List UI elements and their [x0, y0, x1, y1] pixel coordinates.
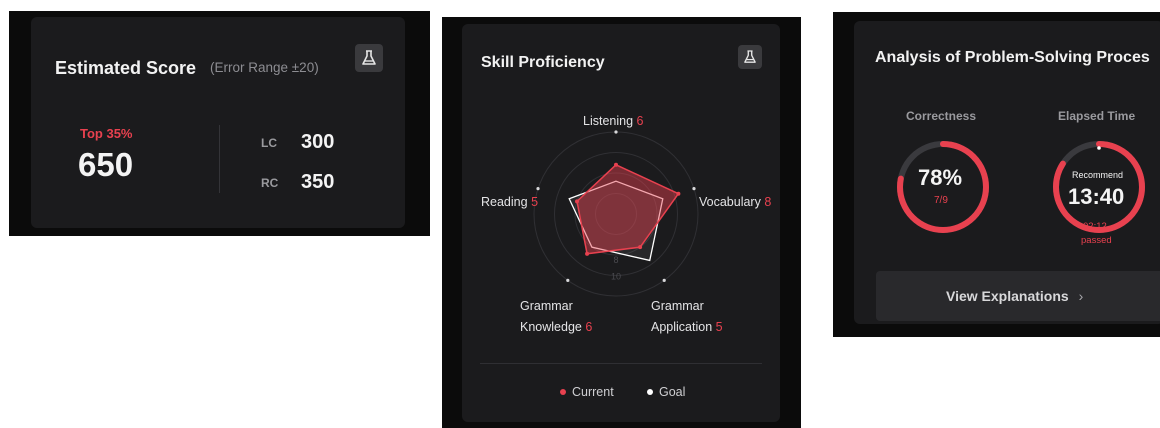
analysis-card: Analysis of Problem-Solving Proces Corre…: [854, 21, 1160, 324]
label-vocabulary-value: 8: [764, 195, 772, 209]
label-grammar-application-line1: Grammar: [651, 299, 704, 313]
label-reading-name: Reading: [481, 195, 528, 209]
view-explanations-label: View Explanations: [946, 288, 1069, 304]
legend-goal: Goal: [647, 385, 685, 399]
recommend-marker: [1097, 146, 1101, 150]
label-grammar-application-line2: Application: [651, 320, 713, 334]
recommend-time: 13:40: [1068, 184, 1125, 209]
label-grammar-knowledge: Grammar Knowledge 6: [520, 296, 592, 338]
label-grammar-knowledge-value: 6: [585, 320, 593, 334]
label-grammar-knowledge-line1: Grammar: [520, 299, 573, 313]
rc-value: 350: [301, 171, 335, 193]
correctness-percent: 78%: [918, 165, 963, 190]
current-point-1: [676, 191, 681, 196]
legend-goal-dot: [647, 389, 653, 395]
label-listening-name: Listening: [583, 114, 634, 128]
score-card-title: Estimated Score: [55, 58, 197, 78]
label-grammar-knowledge-line2: Knowledge: [520, 320, 582, 334]
score-card-subtitle: (Error Range ±20): [210, 60, 319, 75]
lc-label: LC: [261, 136, 277, 150]
estimated-score-panel: Estimated Score (Error Range ±20) Top 35…: [9, 11, 430, 236]
chevron-right-icon: ›: [1078, 288, 1084, 304]
rc-label: RC: [261, 176, 279, 190]
passed-time: 02:12: [1083, 221, 1107, 232]
skill-proficiency-card: Skill Proficiency 8 10 Listening 6 Vocabu…: [462, 24, 780, 422]
estimated-score-value: 650: [78, 146, 134, 183]
analysis-panel: Analysis of Problem-Solving Proces Corre…: [833, 12, 1160, 337]
radar-scale-label-8: 8: [613, 255, 618, 265]
gauges: [897, 141, 1145, 233]
current-point-0: [614, 162, 618, 167]
radar-axis-point-3: [566, 278, 570, 282]
label-listening-value: 6: [636, 114, 644, 128]
current-point-3: [585, 251, 590, 256]
radar-axis-point-2: [662, 278, 666, 282]
legend-current: Current: [560, 385, 614, 399]
correctness-fraction: 7/9: [934, 195, 948, 206]
legend-goal-label: Goal: [659, 385, 686, 399]
lc-value: 300: [301, 131, 335, 153]
label-grammar-application: Grammar Application 5: [651, 296, 723, 338]
radar-axis-point-1: [692, 187, 696, 191]
legend-current-dot: [560, 389, 566, 395]
current-point-4: [575, 199, 580, 204]
flask-icon[interactable]: [355, 44, 383, 72]
passed-label: passed: [1081, 235, 1112, 246]
skill-proficiency-panel: Skill Proficiency 8 10 Listening 6 Vocabu…: [442, 17, 801, 428]
label-grammar-application-value: 5: [715, 320, 723, 334]
legend-divider: [480, 363, 762, 364]
rank-label: Top 35%: [80, 126, 133, 141]
current-point-2: [638, 245, 643, 250]
current-polygon: [576, 163, 680, 255]
radar-axis-point-4: [536, 187, 540, 191]
label-reading-value: 5: [531, 195, 539, 209]
label-vocabulary: Vocabulary 8: [699, 192, 771, 213]
view-explanations-button[interactable]: View Explanations ›: [876, 271, 1160, 321]
label-reading: Reading 5: [481, 192, 538, 213]
legend-current-label: Current: [572, 385, 614, 399]
recommend-label: Recommend: [1072, 170, 1124, 180]
score-divider: [219, 125, 220, 193]
radar-scale-label-10: 10: [611, 272, 621, 282]
estimated-score-card: Estimated Score (Error Range ±20) Top 35…: [31, 17, 405, 228]
label-vocabulary-name: Vocabulary: [699, 195, 761, 209]
label-listening: Listening 6: [583, 111, 643, 132]
